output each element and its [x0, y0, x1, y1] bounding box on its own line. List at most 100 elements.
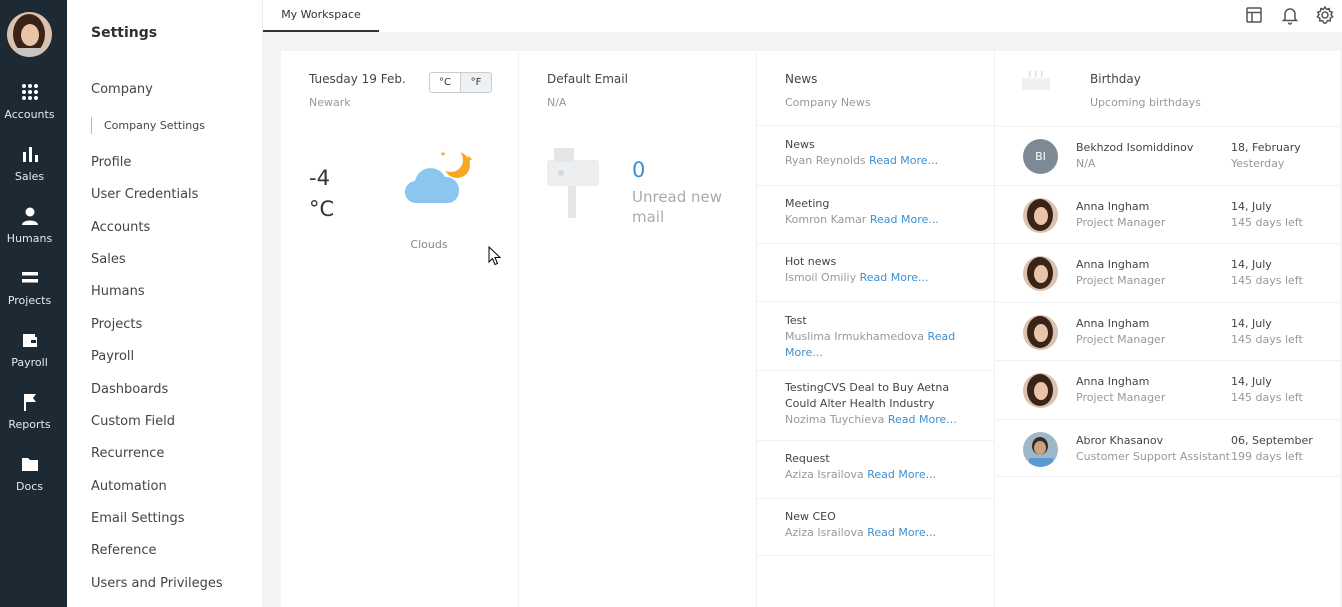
birthday-days-left: 145 days left — [1231, 216, 1303, 229]
settings-panel: Settings Company Company Settings Profil… — [67, 0, 263, 607]
birthday-name: Anna Ingham — [1076, 200, 1150, 213]
birthday-row[interactable]: BI Bekhzod Isomiddinov N/A 18, February … — [995, 126, 1340, 184]
read-more-link[interactable]: Read More... — [860, 271, 929, 284]
temperature-value: -4 — [309, 166, 330, 190]
settings-item-automation[interactable]: Automation — [91, 479, 167, 494]
birthday-days-left: Yesterday — [1231, 157, 1285, 170]
birthday-date: 14, July — [1231, 200, 1272, 213]
birthday-date: 14, July — [1231, 258, 1272, 271]
settings-item-user-credentials[interactable]: User Credentials — [91, 187, 198, 202]
rail-item-label: Projects — [7, 294, 52, 307]
weather-date: Tuesday 19 Feb. — [309, 72, 406, 86]
settings-item-custom-field[interactable]: Custom Field — [91, 414, 175, 429]
weather-widget: Tuesday 19 Feb. Newark °C °F -4 °C Cloud… — [281, 51, 519, 607]
avatar — [1023, 198, 1058, 233]
read-more-link[interactable]: Read More... — [888, 413, 957, 426]
read-more-link[interactable]: Read More... — [867, 468, 936, 481]
bell-icon[interactable] — [1280, 5, 1300, 25]
birthday-date: 14, July — [1231, 375, 1272, 388]
read-more-link[interactable]: Read More... — [870, 213, 939, 226]
unread-mail-label: Unread new mail — [632, 188, 723, 226]
email-widget: Default Email N/A 0 Unread new mail — [519, 51, 757, 607]
settings-item-company-settings[interactable]: Company Settings — [91, 117, 205, 134]
rail-item-label: Reports — [8, 418, 51, 431]
news-item-author: Nozima Tuychieva — [785, 413, 885, 426]
avatar — [1023, 432, 1058, 467]
unit-toggle: °C °F — [429, 72, 492, 93]
news-widget: News Company News News Ryan Reynolds Rea… — [757, 51, 995, 607]
news-item-title: Hot news — [785, 255, 837, 268]
wallet-icon — [22, 334, 37, 347]
news-item-author: Komron Kamar — [785, 213, 867, 226]
unit-fahrenheit-button[interactable]: °F — [460, 73, 491, 92]
news-item-author: Ismoil Omiliy — [785, 271, 857, 284]
news-item-title: TestingCVS Deal to Buy Aetna Could Alter… — [785, 381, 950, 410]
settings-item-payroll[interactable]: Payroll — [91, 349, 134, 364]
layout-icon[interactable] — [1244, 5, 1264, 25]
news-item-author: Ryan Reynolds — [785, 154, 866, 167]
news-item: Meeting Komron Kamar Read More... — [757, 185, 995, 243]
read-more-link[interactable]: Read More... — [867, 526, 936, 539]
settings-item-accounts[interactable]: Accounts — [91, 220, 150, 235]
rail-item-label: Sales — [14, 170, 45, 183]
list-icon — [21, 272, 38, 283]
birthday-days-left: 145 days left — [1231, 274, 1303, 287]
settings-item-profile[interactable]: Profile — [91, 155, 131, 170]
grid-icon — [21, 84, 38, 100]
rail-item-humans[interactable]: Humans — [0, 206, 59, 245]
settings-item-projects[interactable]: Projects — [91, 317, 142, 332]
avatar — [1023, 315, 1058, 350]
tab-my-workspace[interactable]: My Workspace — [263, 0, 379, 32]
birthday-subtitle: Upcoming birthdays — [1090, 96, 1201, 109]
news-item-title: Meeting — [785, 197, 830, 210]
gear-icon[interactable] — [1315, 5, 1335, 25]
unit-celsius-button[interactable]: °C — [430, 73, 460, 92]
rail-item-reports[interactable]: Reports — [0, 392, 59, 431]
news-item-title: Test — [785, 314, 807, 327]
news-item-title: Request — [785, 452, 830, 465]
rail-item-label: Accounts — [4, 108, 55, 121]
top-bar: My Workspace — [263, 0, 1342, 32]
birthday-role: Project Manager — [1076, 274, 1166, 287]
birthday-row[interactable]: Anna Ingham Project Manager 14, July 145… — [995, 302, 1340, 360]
birthday-days-left: 145 days left — [1231, 391, 1303, 404]
settings-item-sales[interactable]: Sales — [91, 252, 126, 267]
bar-chart-icon — [22, 147, 38, 162]
flag-icon — [23, 394, 36, 411]
settings-item-dashboards[interactable]: Dashboards — [91, 382, 168, 397]
birthday-row[interactable]: Anna Ingham Project Manager 14, July 145… — [995, 243, 1340, 301]
news-item-title: New CEO — [785, 510, 836, 523]
rail-item-payroll[interactable]: Payroll — [0, 330, 59, 369]
birthday-role: Project Manager — [1076, 391, 1166, 404]
birthday-row[interactable]: Abror Khasanov Customer Support Assistan… — [995, 419, 1340, 477]
weather-condition: Clouds — [410, 238, 448, 251]
rail-item-projects[interactable]: Projects — [0, 268, 59, 307]
birthday-name: Anna Ingham — [1076, 375, 1150, 388]
settings-item-users-privileges[interactable]: Users and Privileges — [91, 576, 223, 591]
news-subtitle: Company News — [785, 96, 871, 109]
birthday-row[interactable]: Anna Ingham Project Manager 14, July 145… — [995, 360, 1340, 418]
settings-item-company[interactable]: Company — [91, 82, 153, 97]
icon-rail: Accounts Sales Humans Projects Payroll R… — [0, 0, 67, 607]
settings-item-reference[interactable]: Reference — [91, 543, 156, 558]
news-item-author: Muslima Irmukhamedova — [785, 330, 925, 343]
birthday-row[interactable]: Anna Ingham Project Manager 14, July 145… — [995, 185, 1340, 243]
birthday-title: Birthday — [1090, 72, 1141, 86]
settings-item-recurrence[interactable]: Recurrence — [91, 446, 164, 461]
settings-item-email-settings[interactable]: Email Settings — [91, 511, 185, 526]
rail-item-sales[interactable]: Sales — [0, 144, 59, 183]
news-item: TestingCVS Deal to Buy Aetna Could Alter… — [757, 370, 995, 440]
rail-item-accounts[interactable]: Accounts — [0, 82, 59, 121]
birthday-date: 18, February — [1231, 141, 1301, 154]
mailbox-icon — [547, 148, 599, 218]
unread-mail-count[interactable]: 0 — [632, 158, 645, 182]
birthday-days-left: 145 days left — [1231, 333, 1303, 346]
person-icon — [21, 207, 38, 225]
weather-city: Newark — [309, 96, 351, 109]
rail-item-label: Payroll — [11, 356, 48, 369]
folder-icon — [21, 458, 38, 471]
rail-item-docs[interactable]: Docs — [0, 454, 59, 493]
settings-item-humans[interactable]: Humans — [91, 284, 145, 299]
user-avatar[interactable] — [7, 12, 52, 57]
read-more-link[interactable]: Read More... — [869, 154, 938, 167]
